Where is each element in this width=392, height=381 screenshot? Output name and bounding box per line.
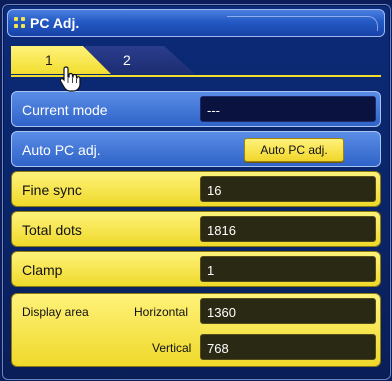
auto-pc-adj-button[interactable]: Auto PC adj.	[244, 138, 344, 162]
vertical-value[interactable]: 768	[200, 334, 376, 360]
fine-sync-row[interactable]: Fine sync 16	[11, 171, 381, 207]
pc-adj-window: PC Adj. 2 1 Current mode --- Auto PC adj…	[2, 4, 391, 380]
fine-sync-label: Fine sync	[22, 182, 82, 198]
display-area-group: Display area Horizontal 1360 Vertical 76…	[11, 293, 381, 367]
tab-2-label: 2	[123, 52, 131, 68]
current-mode-row: Current mode ---	[11, 91, 381, 127]
title-bar: PC Adj.	[7, 9, 385, 37]
current-mode-label: Current mode	[22, 102, 108, 118]
clamp-value[interactable]: 1	[200, 256, 376, 282]
clamp-row[interactable]: Clamp 1	[11, 251, 381, 287]
fine-sync-value[interactable]: 16	[200, 176, 376, 202]
clamp-label: Clamp	[22, 262, 63, 278]
hand-pointer-icon	[59, 66, 81, 92]
title-decoration	[227, 16, 378, 31]
vertical-label: Vertical	[152, 341, 192, 355]
grid-dots-icon	[14, 17, 26, 29]
window-title: PC Adj.	[30, 15, 80, 31]
horizontal-value[interactable]: 1360	[200, 298, 376, 324]
auto-pc-adj-label: Auto PC adj.	[22, 142, 101, 158]
auto-pc-adj-row: Auto PC adj. Auto PC adj.	[11, 131, 381, 167]
display-area-label: Display area	[22, 305, 89, 319]
current-mode-value: ---	[200, 96, 376, 122]
horizontal-label: Horizontal	[134, 305, 189, 319]
total-dots-label: Total dots	[22, 222, 82, 238]
tab-1-label: 1	[45, 52, 53, 68]
total-dots-row[interactable]: Total dots 1816	[11, 211, 381, 247]
settings-panel: Current mode --- Auto PC adj. Auto PC ad…	[11, 75, 381, 377]
total-dots-value[interactable]: 1816	[200, 216, 376, 242]
